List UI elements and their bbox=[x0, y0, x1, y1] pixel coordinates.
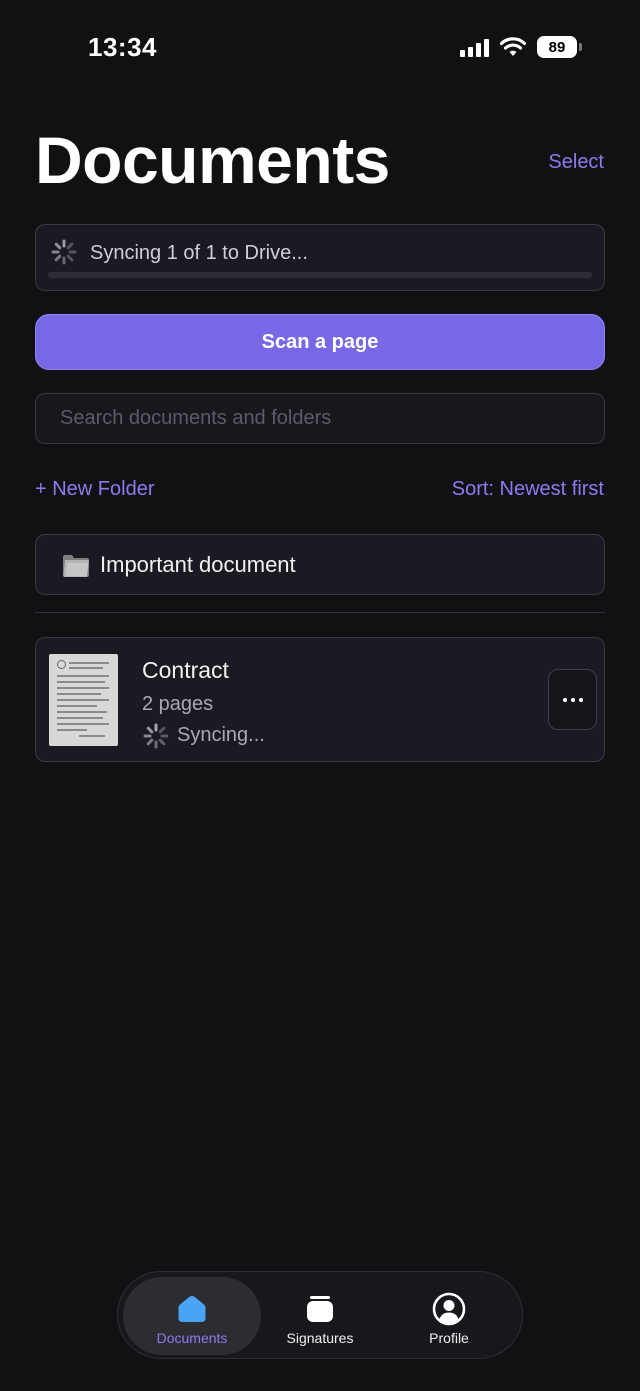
folder-row[interactable]: Important document bbox=[35, 534, 605, 595]
folder-name: Important document bbox=[100, 551, 296, 577]
status-bar: 13:34 89 bbox=[0, 0, 640, 96]
spinner-icon bbox=[143, 723, 169, 749]
sync-banner: Syncing 1 of 1 to Drive... bbox=[35, 224, 605, 291]
tab-label: Profile bbox=[429, 1330, 469, 1346]
scan-page-button[interactable]: Scan a page bbox=[35, 314, 605, 370]
home-icon bbox=[178, 1296, 206, 1322]
tab-label: Signatures bbox=[286, 1330, 354, 1346]
spinner-icon bbox=[51, 239, 77, 265]
battery-level: 89 bbox=[537, 36, 577, 58]
tab-bar: Documents Signatures Profile bbox=[117, 1271, 523, 1359]
document-page-count: 2 pages bbox=[142, 693, 214, 715]
page-title: Documents bbox=[35, 123, 390, 197]
status-icons: 89 bbox=[460, 34, 582, 60]
select-button[interactable]: Select bbox=[548, 151, 604, 174]
sort-button[interactable]: Sort: Newest first bbox=[452, 478, 604, 501]
signatures-icon bbox=[307, 1296, 333, 1322]
document-title: Contract bbox=[142, 657, 229, 683]
divider bbox=[35, 612, 605, 613]
battery-icon: 89 bbox=[537, 36, 582, 58]
cellular-signal-icon bbox=[460, 37, 489, 57]
document-thumbnail bbox=[49, 654, 118, 746]
status-time: 13:34 bbox=[88, 32, 157, 62]
document-card[interactable]: Contract 2 pages Syncing... bbox=[35, 637, 605, 762]
document-sync-status: Syncing... bbox=[177, 724, 265, 746]
tab-profile[interactable]: Profile bbox=[380, 1277, 518, 1355]
more-icon bbox=[562, 697, 567, 702]
new-folder-button[interactable]: + New Folder bbox=[35, 478, 155, 501]
sync-progress-bar bbox=[48, 272, 592, 278]
wifi-icon bbox=[499, 37, 527, 56]
sync-status-text: Syncing 1 of 1 to Drive... bbox=[90, 242, 308, 264]
tab-documents[interactable]: Documents bbox=[123, 1277, 261, 1355]
profile-icon bbox=[432, 1292, 466, 1326]
more-options-button[interactable] bbox=[548, 669, 597, 730]
folder-icon bbox=[63, 554, 89, 577]
tab-signatures[interactable]: Signatures bbox=[251, 1277, 389, 1355]
tab-label: Documents bbox=[156, 1330, 228, 1346]
search-input[interactable] bbox=[35, 393, 605, 444]
